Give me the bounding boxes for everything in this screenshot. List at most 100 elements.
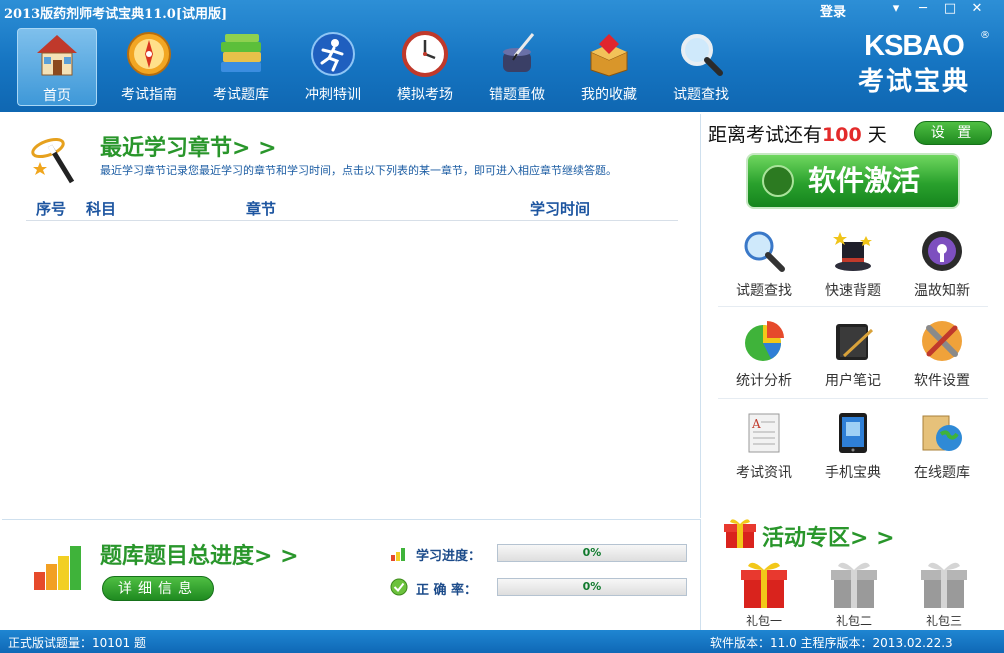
document-icon: A — [741, 410, 787, 456]
question-count: 正式版试题量：10101 题 — [8, 636, 146, 650]
fn-label: 考试资讯 — [736, 465, 792, 481]
toolbar-guide[interactable]: 考试指南 — [109, 28, 189, 106]
globe-folder-icon — [919, 410, 965, 456]
close-button[interactable]: ✕ — [965, 0, 989, 18]
countdown-suffix: 天 — [867, 124, 887, 146]
treasure-box-icon — [585, 30, 633, 78]
fn-label: 在线题库 — [914, 465, 970, 481]
clock-icon — [401, 30, 449, 78]
countdown-prefix: 距离考试还有 — [708, 124, 823, 146]
ipod-icon — [919, 228, 965, 274]
lock-icon — [762, 165, 794, 197]
gift-label: 礼包一 — [745, 614, 782, 628]
fn-question-search[interactable]: 试题查找 — [724, 224, 804, 304]
recent-chapters-panel: 最近学习章节> > 最近学习章节记录您最近学习的章节和学习时间，点击以下列表的某… — [2, 114, 701, 518]
compass-icon — [125, 30, 173, 78]
fn-label: 试题查找 — [736, 283, 792, 299]
fn-online-bank[interactable]: 在线题库 — [902, 406, 982, 486]
gift-label: 礼包三 — [925, 614, 962, 628]
magnifier-icon — [677, 30, 725, 78]
gift-box-icon — [918, 558, 970, 610]
books-icon — [217, 30, 265, 78]
bar-chart-icon — [32, 542, 84, 592]
fn-label: 快速背题 — [825, 283, 881, 299]
runner-icon — [309, 30, 357, 78]
toolbar-favorites[interactable]: 我的收藏 — [569, 28, 649, 106]
gift-pack-2[interactable]: 礼包二 — [819, 558, 889, 629]
progress-title[interactable]: 题库题目总进度> > — [100, 538, 299, 570]
fn-mobile-edition[interactable]: 手机宝典 — [813, 406, 893, 486]
status-bar: 正式版试题量：10101 题 软件版本：11.0 主程序版本：2013.02.2… — [0, 630, 1004, 653]
brand-logo-text: KSBAO — [864, 30, 965, 62]
maximize-button[interactable]: □ — [938, 0, 962, 18]
grid-divider — [718, 306, 988, 307]
toolbar-label: 错题重做 — [489, 87, 545, 103]
column-header-time: 学习时间 — [530, 200, 591, 218]
magic-hat-icon — [830, 228, 876, 274]
brand-tagline: 考试宝典 — [858, 67, 971, 97]
toolbar-redo-wrong[interactable]: 错题重做 — [477, 28, 557, 106]
fn-user-notes[interactable]: 用户笔记 — [813, 314, 893, 394]
magic-wand-icon — [28, 126, 82, 186]
fn-review[interactable]: 温故知新 — [902, 224, 982, 304]
ink-pen-icon — [493, 30, 541, 78]
toolbar-label: 首页 — [43, 88, 71, 104]
magnifier-icon — [741, 228, 787, 274]
column-header-index: 序号 — [36, 200, 67, 218]
pie-chart-icon — [741, 318, 787, 364]
toolbar-band: 2013版药剂师考试宝典11.0[试用版] 登录 ▾ ─ □ ✕ 首页 考试指南… — [0, 0, 1004, 112]
activate-software-button[interactable]: 软件激活 — [746, 153, 960, 209]
toolbar-home[interactable]: 首页 — [17, 28, 97, 106]
right-panel: 距离考试还有100 天 设 置 软件激活 试题查找 快速背题 温故知新 统计分析… — [702, 114, 1004, 630]
activity-zone-title[interactable]: 活动专区> > — [762, 520, 895, 552]
recent-chapters-description: 最近学习章节记录您最近学习的章节和学习时间，点击以下列表的某一章节，即可进入相应… — [100, 164, 617, 177]
app-title: 2013版药剂师考试宝典11.0[试用版] — [4, 7, 228, 22]
gift-pack-1[interactable]: 礼包一 — [729, 558, 799, 629]
toolbar-search[interactable]: 试题查找 — [661, 28, 741, 106]
notebook-icon — [830, 318, 876, 364]
toolbar-label: 试题查找 — [673, 87, 729, 103]
grid-divider — [718, 398, 988, 399]
brand-logo: KSBAO ® 考试宝典 — [858, 30, 990, 98]
fn-label: 软件设置 — [914, 373, 970, 389]
toolbar-label: 考试题库 — [213, 87, 269, 103]
fn-software-settings[interactable]: 软件设置 — [902, 314, 982, 394]
login-link[interactable]: 登录 — [820, 1, 846, 20]
fn-statistics[interactable]: 统计分析 — [724, 314, 804, 394]
study-progress-label: 学习进度： — [416, 549, 482, 564]
column-header-chapter: 章节 — [246, 200, 277, 218]
toolbar-label: 模拟考场 — [397, 87, 453, 103]
toolbar-mock-exam[interactable]: 模拟考场 — [385, 28, 465, 106]
tablet-icon — [830, 410, 876, 456]
detail-info-button[interactable]: 详细信息 — [102, 576, 214, 601]
study-progress-value: 0% — [582, 546, 602, 559]
recent-chapters-title[interactable]: 最近学习章节> > — [100, 130, 277, 162]
small-bar-chart-icon — [391, 546, 407, 561]
fn-label: 温故知新 — [914, 283, 970, 299]
minimize-button[interactable]: ─ — [911, 0, 935, 18]
fn-exam-news[interactable]: A 考试资讯 — [724, 406, 804, 486]
registered-mark: ® — [980, 30, 990, 41]
toolbar-label: 我的收藏 — [581, 87, 637, 103]
toolbar-question-bank[interactable]: 考试题库 — [201, 28, 281, 106]
fn-label: 手机宝典 — [825, 465, 881, 481]
fn-quick-memorize[interactable]: 快速背题 — [813, 224, 893, 304]
accuracy-bar: 0% — [497, 578, 687, 596]
check-circle-icon — [390, 578, 408, 596]
gift-box-icon — [738, 558, 790, 610]
gift-pack-3[interactable]: 礼包三 — [909, 558, 979, 629]
countdown-days: 100 — [822, 124, 862, 146]
menu-button[interactable]: ▾ — [884, 0, 908, 18]
activate-label: 软件激活 — [808, 164, 921, 197]
tools-icon — [919, 318, 965, 364]
table-divider — [26, 220, 678, 221]
accuracy-label: 正 确 率： — [416, 583, 478, 598]
toolbar-sprint[interactable]: 冲刺特训 — [293, 28, 373, 106]
study-progress-bar: 0% — [497, 544, 687, 562]
version-info: 软件版本：11.0 主程序版本：2013.02.22.3 — [710, 636, 953, 650]
home-icon — [33, 31, 81, 79]
column-header-subject: 科目 — [86, 200, 117, 218]
gift-label: 礼包二 — [835, 614, 872, 628]
settings-button[interactable]: 设 置 — [914, 121, 992, 145]
svg-text:A: A — [751, 417, 761, 431]
